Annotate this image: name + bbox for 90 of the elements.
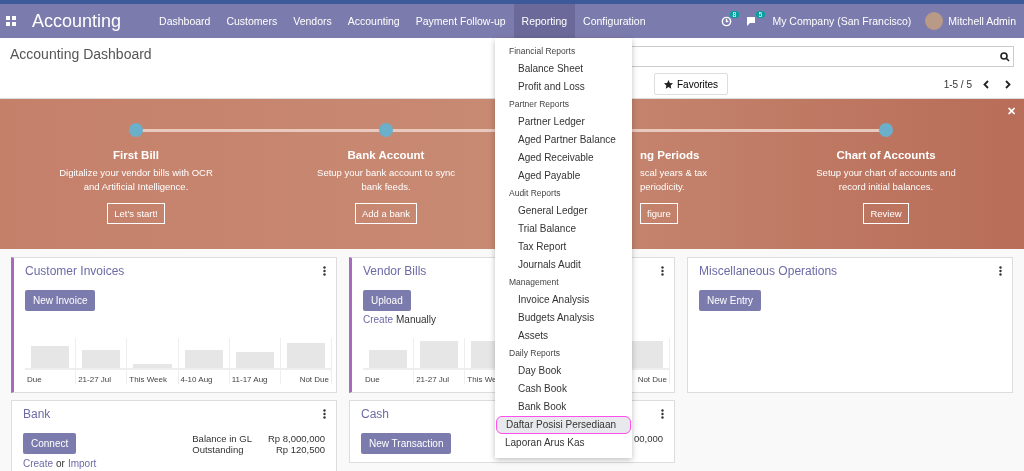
search-field[interactable] <box>629 46 1014 67</box>
graph-label: Due <box>364 375 381 384</box>
nav-menu-item[interactable]: Reporting <box>513 4 576 38</box>
step-dot <box>879 123 893 137</box>
menu-item[interactable]: General Ledger <box>495 202 632 220</box>
step-dot <box>379 123 393 137</box>
menu-section-header: Partner Reports <box>508 98 570 111</box>
graph-label: This Week <box>128 375 168 384</box>
user-menu[interactable]: Mitchell Admin <box>948 15 1016 27</box>
graph-label: 4-10 Aug <box>179 375 214 384</box>
menu-item[interactable]: Assets <box>495 327 632 345</box>
nav-menu-item[interactable]: Vendors <box>285 4 340 38</box>
card-action-button[interactable]: Connect <box>23 433 77 454</box>
step-button[interactable]: figure <box>640 203 678 224</box>
step-title: First Bill <box>113 149 159 161</box>
menu-item[interactable]: Laporan Arus Kas <box>495 434 632 452</box>
graph-label: 21-27 Jul <box>415 375 451 384</box>
menu-item[interactable]: Balance Sheet <box>495 60 632 78</box>
stat-value: 00,000 <box>633 433 663 446</box>
nav-menu-item[interactable]: Dashboard <box>151 4 219 38</box>
favorites-button[interactable]: Favorites <box>654 73 729 95</box>
graph-label: 21-27 Jul <box>77 375 113 384</box>
import-link[interactable]: Import <box>67 458 97 469</box>
menu-item[interactable]: Budgets Analysis <box>495 309 632 327</box>
menu-item[interactable]: Bank Book <box>495 398 632 416</box>
menu-item[interactable]: Daftar Posisi Persediaan <box>496 416 631 434</box>
menu-item[interactable]: Tax Report <box>495 238 632 256</box>
stat-label: Outstanding <box>192 444 245 455</box>
step-description: scal years & tax periodicity. <box>640 166 709 194</box>
card-title[interactable]: Bank <box>23 407 325 421</box>
clock-icon[interactable] <box>721 15 733 27</box>
step-button[interactable]: Let's start! <box>107 203 165 224</box>
apps-icon[interactable] <box>6 16 16 26</box>
create-text: Manually <box>396 314 437 325</box>
card-action-button[interactable]: New Entry <box>699 290 762 311</box>
kebab-menu-icon[interactable] <box>661 266 664 276</box>
card-title[interactable]: Customer Invoices <box>25 264 325 278</box>
step-title: Bank Account <box>347 149 425 161</box>
kebab-menu-icon[interactable] <box>999 266 1002 276</box>
graph-label: This We <box>466 375 498 384</box>
menu-section-header: Audit Reports <box>508 187 562 200</box>
card-action-button[interactable]: Upload <box>363 290 411 311</box>
menu-section-header: Daily Reports <box>508 347 562 360</box>
stat-value: Rp 120,500 <box>274 444 325 455</box>
pager-text: 1-5 / 5 <box>943 78 972 90</box>
nav-menu-item[interactable]: Payment Follow-up <box>407 4 514 38</box>
create-link[interactable]: Create <box>23 458 53 469</box>
nav-menu-item[interactable]: Accounting <box>339 4 408 38</box>
or-text: or <box>56 458 65 469</box>
menu-item[interactable]: Trial Balance <box>495 220 632 238</box>
menu-item[interactable]: Journals Audit <box>495 256 632 274</box>
step-title: ng Periods <box>640 149 700 161</box>
step-button[interactable]: Review <box>863 203 909 224</box>
step-description: Setup your bank account to sync bank feeds. <box>316 166 456 194</box>
star-icon <box>664 79 673 89</box>
menu-section-header: Management <box>508 276 560 289</box>
step-button[interactable]: Add a bank <box>354 203 418 224</box>
card-action-button[interactable]: New Transaction <box>361 433 452 454</box>
step-title: Chart of Accounts <box>836 149 936 161</box>
graph-label: Not Due <box>298 375 330 384</box>
graph-label: Due <box>26 375 43 384</box>
menu-item[interactable]: Day Book <box>495 362 632 380</box>
avatar <box>925 12 944 30</box>
stat-value: Rp 8,000,000 <box>267 433 325 444</box>
card-title[interactable]: Miscellaneous Operations <box>699 264 1001 278</box>
kebab-menu-icon[interactable] <box>323 409 326 419</box>
menu-item[interactable]: Partner Ledger <box>495 113 632 131</box>
company-switcher[interactable]: My Company (San Francisco) <box>772 15 912 27</box>
search-icon[interactable] <box>1000 51 1010 62</box>
menu-item[interactable]: Aged Payable <box>495 167 632 185</box>
close-icon[interactable]: ✕ <box>1007 105 1016 118</box>
nav-menu-item[interactable]: Configuration <box>575 4 654 38</box>
step-description: Setup your chart of accounts and record initial balances. <box>815 166 957 194</box>
graph-label: 11-17 Aug <box>230 375 269 384</box>
kebab-menu-icon[interactable] <box>661 409 664 419</box>
menu-section-header: Financial Reports <box>508 45 577 58</box>
stat-label: Balance in GL <box>192 433 252 444</box>
kebab-menu-icon[interactable] <box>323 266 326 276</box>
card-action-button[interactable]: New Invoice <box>25 290 96 311</box>
step-dot <box>129 123 143 137</box>
create-link[interactable]: Create <box>363 314 393 325</box>
menu-item[interactable]: Invoice Analysis <box>495 291 632 309</box>
app-title: Accounting <box>32 10 122 32</box>
graph-label: Not Due <box>636 375 668 384</box>
menu-item[interactable]: Cash Book <box>495 380 632 398</box>
step-description: Digitalize your vendor bills with OCR and Artificial Intelligence. <box>58 166 214 194</box>
menu-item[interactable]: Profit and Loss <box>495 78 632 96</box>
menu-item[interactable]: Aged Receivable <box>495 149 632 167</box>
nav-menu-item[interactable]: Customers <box>218 4 286 38</box>
menu-item[interactable]: Aged Partner Balance <box>495 131 632 149</box>
